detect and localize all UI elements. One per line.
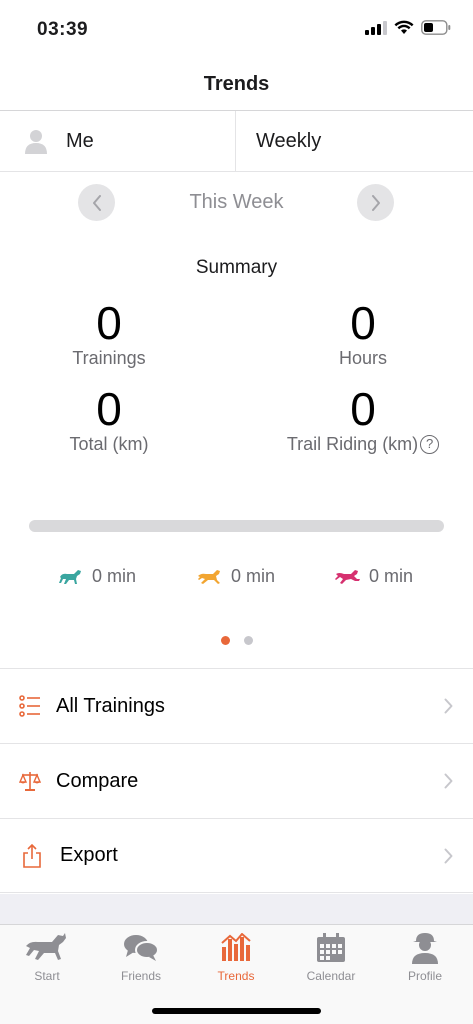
selector-row: Me Weekly [0,111,473,172]
battery-icon [421,20,451,35]
trail-riding-label: Trail Riding (km) [286,434,419,454]
gait-progress-bar [29,520,444,532]
tab-start-label: Start [34,969,60,983]
user-avatar-icon [25,130,47,154]
user-selector[interactable]: Me [0,111,236,171]
gait-trot: 0 min [197,566,275,587]
home-indicator [152,1008,321,1014]
status-bar: 03:39 [0,0,473,58]
tab-trends-label: Trends [217,969,255,983]
list-icon [19,695,40,717]
horse-icon [26,933,66,960]
period-navigation: This Week [0,184,473,222]
tab-profile[interactable]: Profile [378,931,472,983]
hours-label: Hours [338,348,387,368]
summary-title: Summary [195,257,278,278]
menu-compare[interactable]: Compare [0,743,473,818]
period-type-selector[interactable]: Weekly [236,111,473,171]
tab-profile-label: Profile [407,969,442,983]
user-selector-label: Me [66,129,94,152]
next-period-button[interactable] [357,184,394,221]
scale-icon [19,772,41,791]
stat-trail-riding: 0 Trail Riding (km)? [245,384,473,455]
gait-walk: 0 min [58,566,136,587]
tab-calendar-label: Calendar [306,969,356,983]
menu-export[interactable]: Export [0,818,473,893]
chat-bubbles-icon [124,935,159,961]
page-title: Trends [203,72,270,95]
period-label: This Week [189,191,284,213]
trail-riding-value: 0 [350,383,376,435]
page-dot-2[interactable] [243,636,253,645]
horse-trot-icon [198,569,220,584]
gait-gallop: 0 min [335,566,413,587]
horse-walk-icon [59,569,81,584]
menu-all-trainings-label: All Trainings [56,694,165,717]
chevron-right-icon [444,773,453,789]
chevron-right-icon [444,698,453,714]
bar-chart-icon [221,933,251,961]
tab-friends[interactable]: Friends [94,931,188,983]
rider-profile-icon [412,933,438,964]
signal-icon [365,20,387,35]
tab-friends-label: Friends [120,969,161,983]
total-label: Total (km) [69,434,149,454]
gait-gallop-value: 0 min [369,566,414,586]
gait-trot-value: 0 min [231,566,276,586]
horse-gallop-icon [335,569,360,584]
trainings-value: 0 [96,297,122,349]
tab-calendar[interactable]: Calendar [284,931,378,983]
tab-trends[interactable]: Trends [189,931,283,983]
page-dot-1[interactable] [220,636,230,645]
chevron-right-icon [444,848,453,863]
stat-hours: 0 Hours [245,298,473,369]
page-indicator[interactable] [0,636,473,645]
hours-value: 0 [350,297,376,349]
share-icon [23,843,41,868]
wifi-icon [394,20,414,34]
trail-riding-label-row: Trail Riding (km)? [245,434,473,455]
nav-bar: Trends [0,58,473,111]
menu-export-label: Export [60,844,118,866]
chevron-right-icon [371,194,380,211]
stat-trainings: 0 Trainings [0,298,227,369]
period-type-label: Weekly [256,129,322,152]
menu-all-trainings[interactable]: All Trainings [0,668,473,743]
trainings-label: Trainings [72,348,146,368]
trends-menu: All Trainings Compare Export [0,668,473,893]
status-icons [365,20,451,35]
content-footer-band [0,894,473,924]
gait-walk-value: 0 min [92,566,137,586]
gait-durations: 0 min 0 min 0 min [0,566,473,590]
status-time: 03:39 [37,19,89,40]
stat-total: 0 Total (km) [0,384,227,455]
tab-start[interactable]: Start [0,931,94,983]
calendar-icon [317,933,345,962]
help-icon[interactable]: ? [420,435,440,454]
total-value: 0 [96,383,122,435]
menu-compare-label: Compare [56,769,139,792]
